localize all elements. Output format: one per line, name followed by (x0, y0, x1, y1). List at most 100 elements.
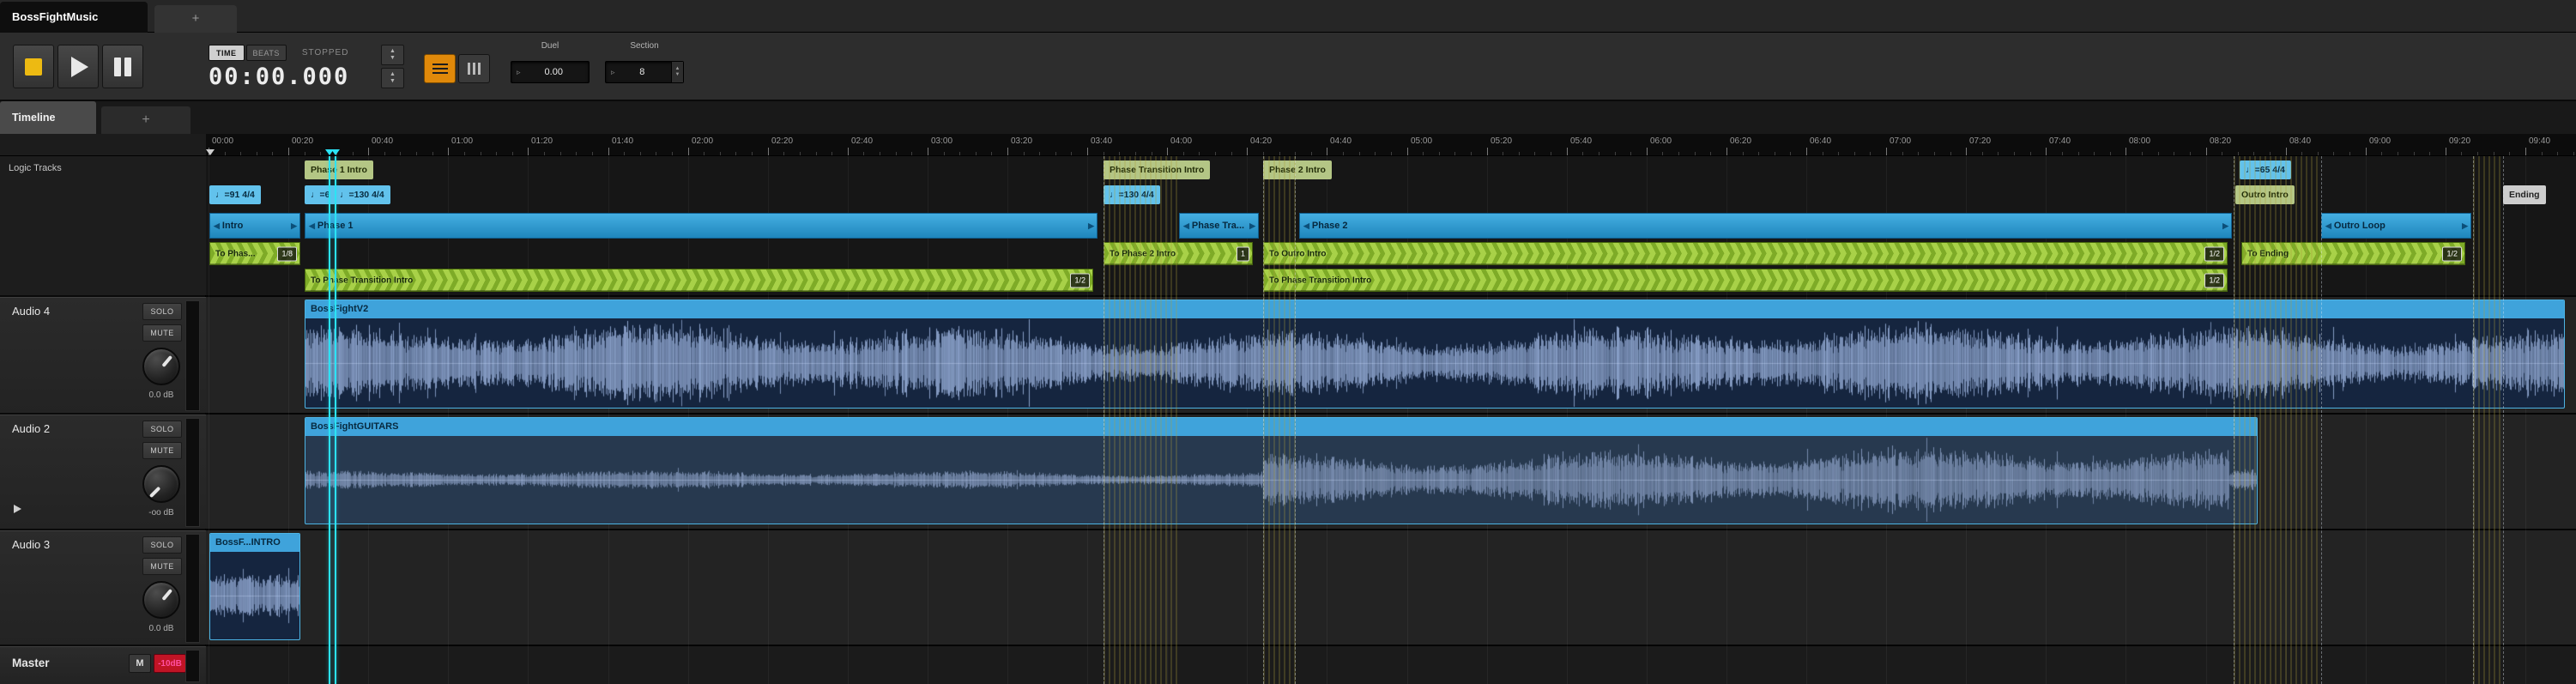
ruler-tick (1630, 152, 1631, 155)
pause-button[interactable] (102, 45, 143, 88)
loop-arrow-icon: ◀ (2325, 221, 2331, 230)
tempo-marker[interactable]: ♩=130 4/4 (334, 185, 390, 204)
event-tab-bossfightmusic[interactable]: BossFightMusic (0, 2, 148, 33)
ruler-tick (1838, 152, 1839, 155)
ruler-tick (2110, 152, 2111, 155)
ruler-tick (464, 152, 465, 155)
ruler-label: 02:20 (771, 136, 794, 146)
section-loop-region[interactable]: ◀ Phase Tra... ▶ (1179, 213, 1259, 239)
stop-button[interactable] (13, 45, 54, 88)
solo-button[interactable]: SOLO (142, 303, 182, 320)
track-header-audio-3[interactable]: Audio 3 SOLO MUTE 0.0 dB (0, 530, 206, 645)
track-header-master[interactable]: Master M -10dB (0, 646, 206, 684)
parameter-section-value-box[interactable]: ▹ 8 ▲ ▼ (605, 61, 684, 83)
master-mute-button[interactable]: M (129, 654, 151, 673)
ruler-tick (1311, 152, 1312, 155)
ruler-label: 00:20 (292, 136, 314, 146)
volume-knob[interactable] (142, 465, 180, 503)
ruler-tick (2206, 148, 2207, 155)
time-nudge-spinner[interactable]: ▲ ▼ (381, 45, 404, 65)
destination-marker[interactable]: Phase 1 Intro (305, 160, 373, 179)
tracks-view-button[interactable] (424, 54, 456, 83)
event-tab-bar: BossFightMusic + (0, 0, 2576, 33)
quantization-badge: 1/2 (2204, 246, 2224, 261)
ruler-tick (2318, 152, 2319, 155)
parameter-value: 8 (639, 67, 645, 77)
playhead-line[interactable] (329, 156, 330, 684)
time-mode-button[interactable]: TIME (209, 45, 245, 61)
grid-line (2525, 156, 2526, 684)
lanes-view-button[interactable] (458, 54, 490, 83)
track-header-audio-4[interactable]: Audio 4 SOLO MUTE 0.0 dB (0, 297, 206, 413)
new-view-tab-button[interactable]: + (101, 106, 190, 134)
solo-button[interactable]: SOLO (142, 536, 182, 554)
tab-timeline[interactable]: Timeline (0, 101, 96, 134)
ruler-label: 01:40 (612, 136, 634, 146)
mute-button[interactable]: MUTE (142, 558, 182, 575)
knob-pointer-icon (161, 354, 173, 367)
time-nudge-spinner-2[interactable]: ▲ ▼ (381, 68, 404, 88)
section-loop-region[interactable]: ◀ Intro ▶ (209, 213, 300, 239)
track-disclosure-arrow[interactable] (14, 505, 21, 513)
timeline-ruler[interactable]: 00:00 00:20 00:40 01:00 01:20 01:40 02:00 02:20… (206, 134, 2576, 156)
mute-button[interactable]: MUTE (142, 324, 182, 342)
parameter-spinner[interactable]: ▲ ▼ (671, 62, 683, 82)
ruler-tick (1295, 152, 1296, 155)
tempo-marker[interactable]: ♩=6 (305, 185, 336, 204)
waveform-canvas (305, 318, 2564, 408)
transition-region[interactable]: To Phase Transition Intro 1/2 (1263, 269, 2228, 292)
ruler-tick (1647, 148, 1648, 155)
ruler-tick (640, 152, 641, 155)
tempo-marker[interactable]: ♩=91 4/4 (209, 185, 261, 204)
ruler-tick (1071, 152, 1072, 155)
parameter-duel-value-box[interactable]: ▹ 0.00 (511, 61, 590, 83)
audio-clip[interactable]: BossF...INTRO (209, 533, 300, 640)
ruler-tick (1806, 148, 1807, 155)
ruler-tick (1359, 152, 1360, 155)
ruler-label: 05:00 (1411, 136, 1433, 146)
playhead-marker-icon[interactable] (206, 149, 215, 155)
end-marker[interactable]: Ending (2503, 185, 2546, 204)
ruler-tick (944, 152, 945, 155)
beats-mode-button[interactable]: BEATS (245, 45, 287, 61)
ruler-tick (2094, 152, 2095, 155)
solo-button[interactable]: SOLO (142, 421, 182, 438)
playhead-line[interactable] (335, 156, 336, 684)
ruler-tick (1439, 152, 1440, 155)
logic-tracks-header: Logic Tracks (0, 156, 206, 295)
volume-knob[interactable] (142, 348, 180, 385)
ruler-label: 04:20 (1250, 136, 1273, 146)
section-loop-region[interactable]: ◀ Phase 2 ▶ (1299, 213, 2232, 239)
section-loop-region[interactable]: ◀ Outro Loop ▶ (2321, 213, 2471, 239)
marker-guide-line (2503, 156, 2504, 684)
transition-region[interactable]: To Phas... 1/8 (209, 242, 300, 265)
quantization-badge: 1/2 (2442, 246, 2462, 261)
section-loop-region[interactable]: ◀ Phase 1 ▶ (305, 213, 1098, 239)
ruler-tick (2158, 152, 2159, 155)
new-event-tab-button[interactable]: + (154, 5, 237, 33)
play-button[interactable] (57, 45, 99, 88)
playhead-handle-icon[interactable] (331, 149, 340, 155)
mute-button[interactable]: MUTE (142, 442, 182, 459)
ruler-tick (1678, 152, 1679, 155)
audio-clip[interactable]: BossFightV2 (305, 300, 2565, 409)
volume-knob[interactable] (142, 581, 180, 619)
ruler-tick (608, 148, 609, 155)
transition-region[interactable]: To Phase Transition Intro 1/2 (305, 269, 1093, 292)
ruler-tick (624, 152, 625, 155)
transition-region[interactable]: To Outro Intro 1/2 (1263, 242, 2228, 265)
ruler-tick (368, 148, 369, 155)
transition-label: To Phas... (215, 249, 256, 258)
track-header-audio-2[interactable]: Audio 2 SOLO MUTE -oo dB (0, 415, 206, 529)
ruler-tick (1183, 152, 1184, 155)
ruler-tick (1743, 152, 1744, 155)
marker-guide-line (1263, 156, 1264, 684)
ruler-label: 04:40 (1330, 136, 1352, 146)
ruler-tick (1391, 152, 1392, 155)
clip-title: BossF...INTRO (210, 534, 299, 552)
ruler-tick (1982, 152, 1983, 155)
master-level-button[interactable]: -10dB (154, 654, 186, 673)
marker-guide-line (2473, 156, 2474, 684)
ruler-tick (2190, 152, 2191, 155)
ruler-tick (544, 152, 545, 155)
